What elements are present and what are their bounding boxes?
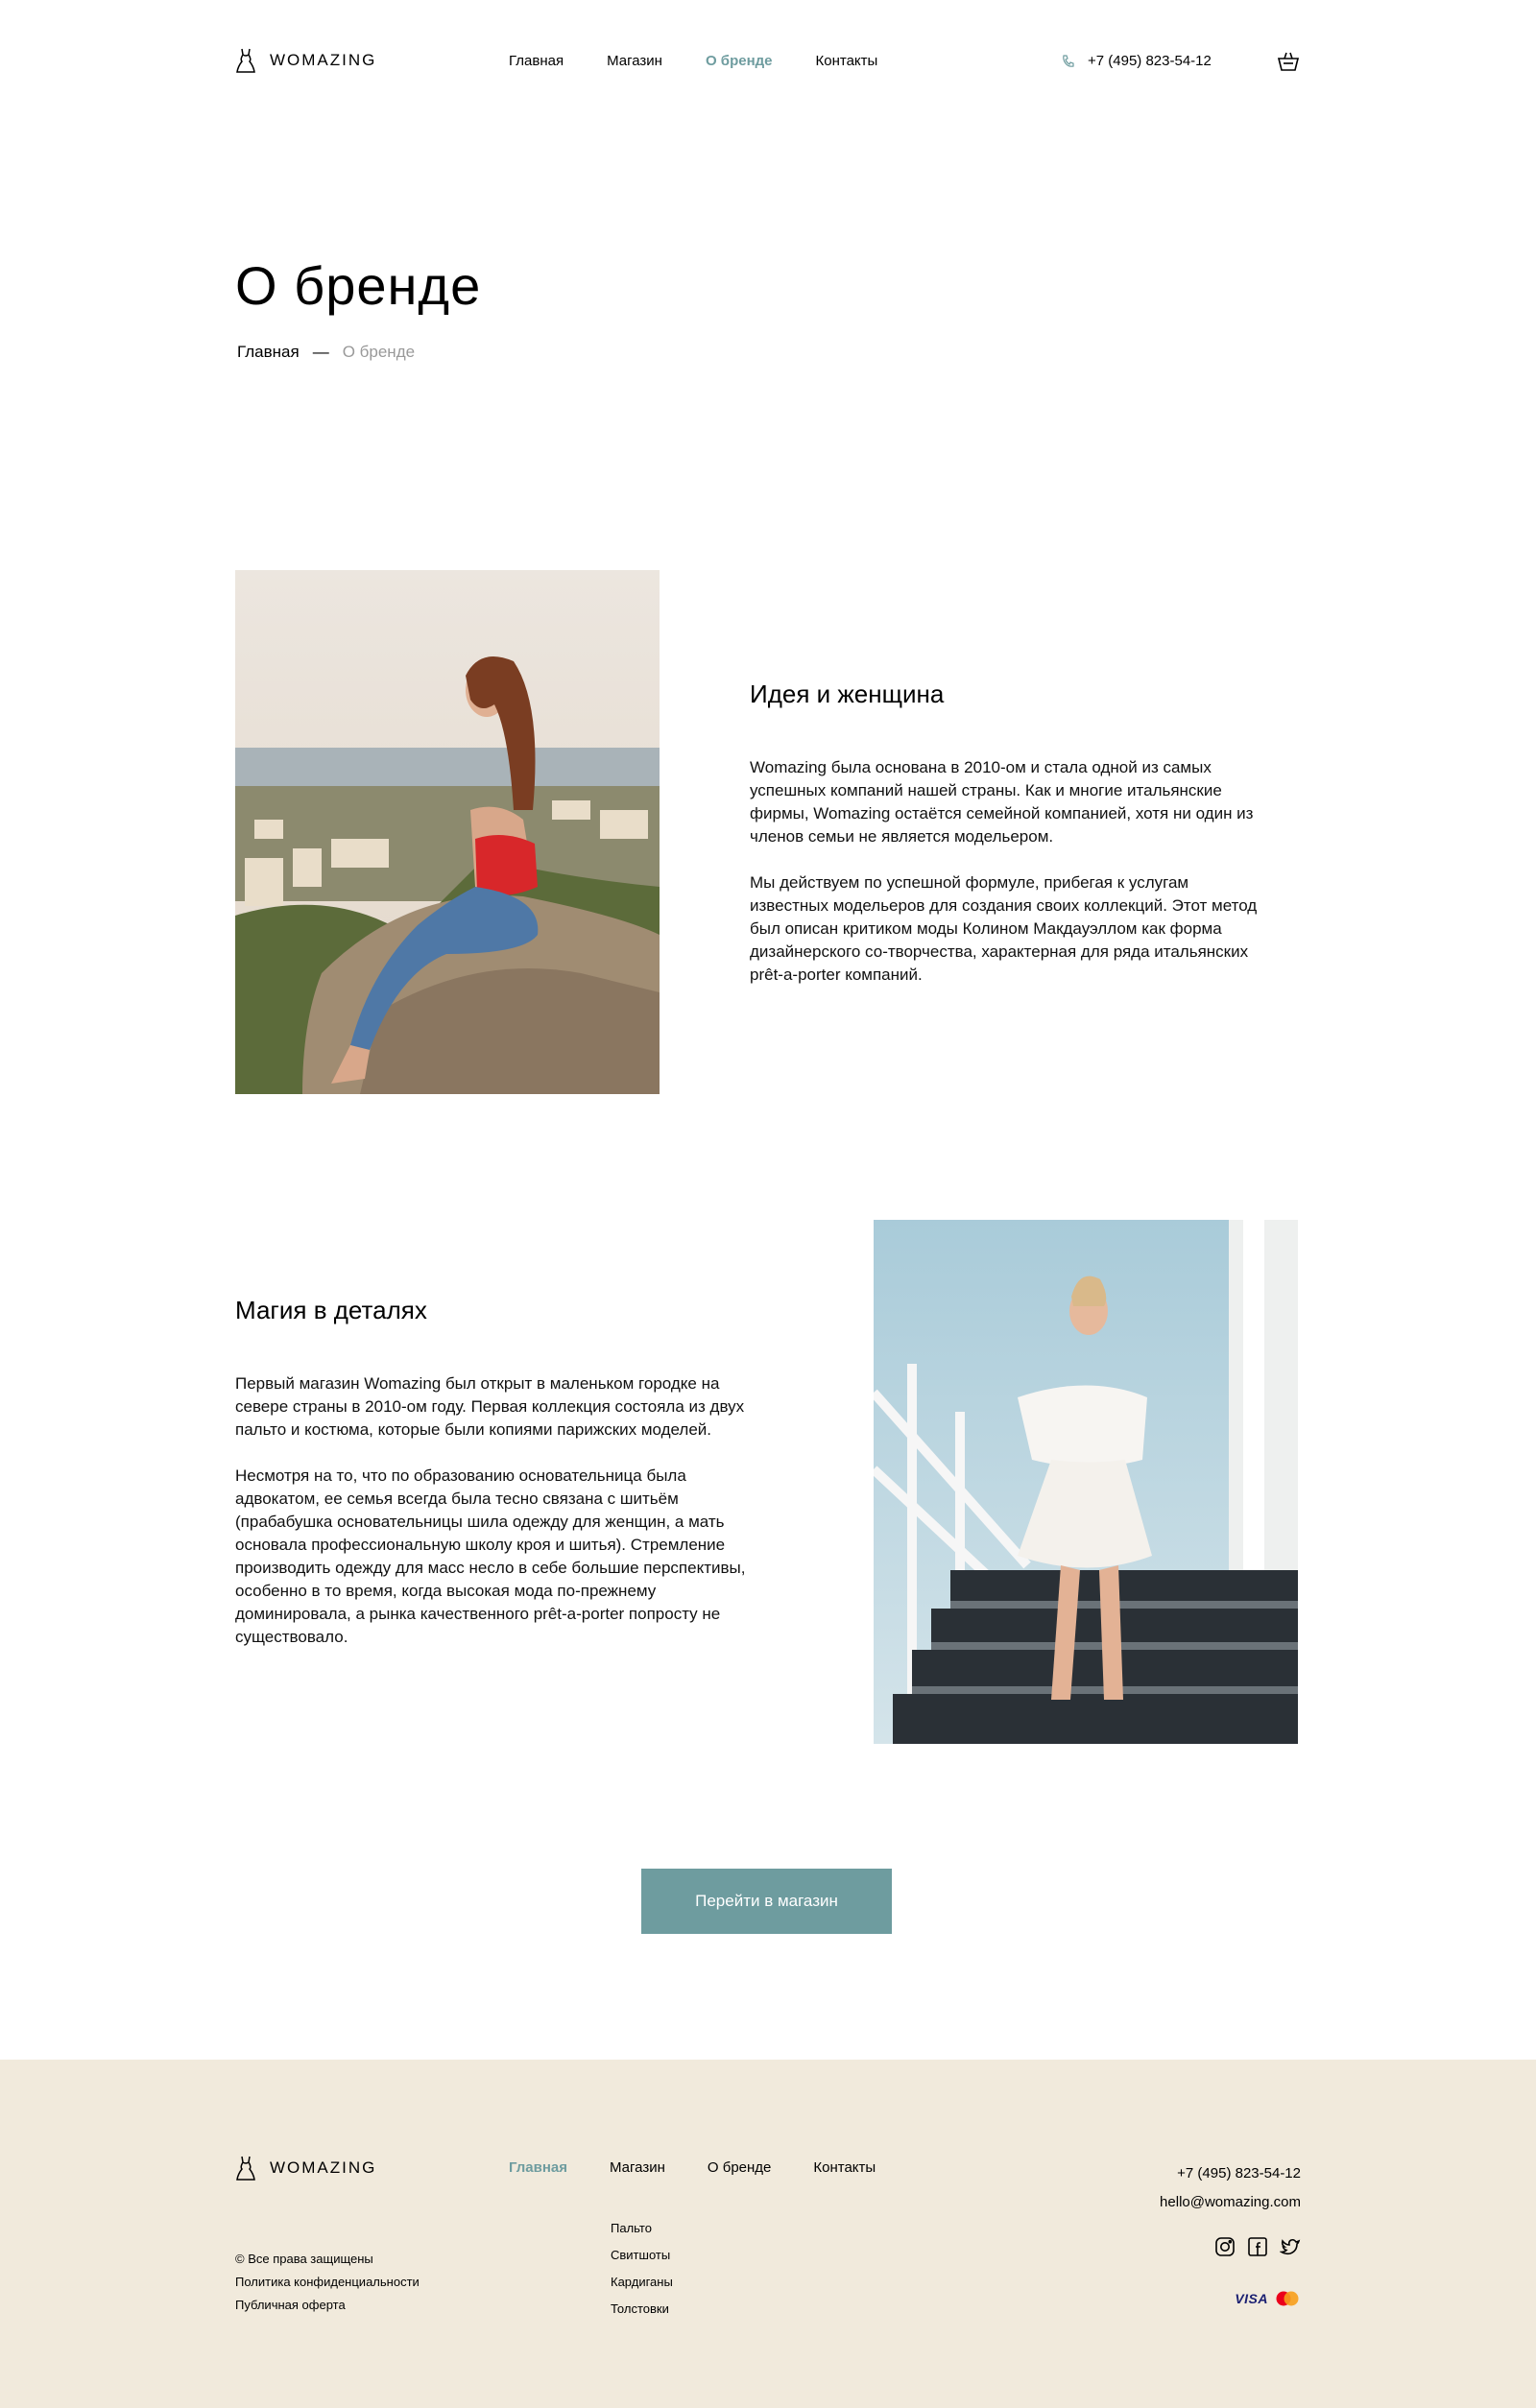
footer-social xyxy=(1214,2236,1301,2257)
nav-home[interactable]: Главная xyxy=(509,53,564,69)
section-idea-paragraph-2: Мы действуем по успешной формуле, прибег… xyxy=(750,873,1258,984)
section-magic-text: Первый магазин Womazing был открыт в мал… xyxy=(235,1372,754,1649)
footer-nav: Главная Магазин О бренде Контакты xyxy=(509,2159,876,2176)
breadcrumb-separator: — xyxy=(312,343,329,361)
footer-link-sweatshirts[interactable]: Свитшоты xyxy=(611,2242,673,2269)
dress-logo-icon xyxy=(236,2156,255,2181)
footer-email[interactable]: hello@womazing.com xyxy=(1160,2188,1301,2217)
mastercard-icon xyxy=(1276,2291,1299,2306)
section-magic-title: Магия в деталях xyxy=(235,1296,427,1324)
header-phone-text: +7 (495) 823-54-12 xyxy=(1088,53,1212,69)
footer-logo-text: WOMAZING xyxy=(270,2158,377,2177)
go-to-shop-button[interactable]: Перейти в магазин xyxy=(641,1869,892,1934)
public-offer-link[interactable]: Публичная оферта xyxy=(235,2294,420,2317)
phone-icon xyxy=(1063,54,1074,67)
footer-link-coats[interactable]: Пальто xyxy=(611,2215,673,2242)
dress-logo-icon xyxy=(236,48,255,73)
section-magic-paragraph-1: Первый магазин Womazing был открыт в мал… xyxy=(235,1374,745,1439)
nav-contacts[interactable]: Контакты xyxy=(816,53,878,69)
footer-shop-links: Пальто Свитшоты Кардиганы Толстовки xyxy=(611,2215,673,2323)
footer-payment: VISA xyxy=(1235,2290,1301,2307)
instagram-icon[interactable] xyxy=(1214,2236,1236,2257)
breadcrumb-home[interactable]: Главная xyxy=(237,343,300,362)
footer-nav-home[interactable]: Главная xyxy=(509,2159,567,2176)
site-header: WOMAZING Главная Магазин О бренде Контак… xyxy=(0,0,1536,125)
footer-link-cardigans[interactable]: Кардиганы xyxy=(611,2269,673,2296)
footer-contacts: +7 (495) 823-54-12 hello@womazing.com xyxy=(1160,2159,1301,2217)
section-idea-title: Идея и женщина xyxy=(750,679,945,708)
logo-text: WOMAZING xyxy=(270,51,377,69)
breadcrumb-current: О бренде xyxy=(342,343,416,361)
section-magic-paragraph-2: Несмотря на то, что по образованию основ… xyxy=(235,1466,746,1646)
woman-on-rock-photo xyxy=(235,570,660,1094)
section-idea-text: Womazing была основана в 2010-ом и стала… xyxy=(750,756,1268,987)
main-nav: Главная Магазин О бренде Контакты xyxy=(509,53,877,69)
footer-logo[interactable]: WOMAZING xyxy=(235,2156,376,2181)
footer-nav-contacts[interactable]: Контакты xyxy=(813,2159,876,2176)
facebook-icon[interactable] xyxy=(1247,2236,1268,2257)
nav-shop[interactable]: Магазин xyxy=(607,53,662,69)
section-idea-paragraph-1: Womazing была основана в 2010-ом и стала… xyxy=(750,758,1254,846)
logo[interactable]: WOMAZING xyxy=(235,48,376,73)
visa-logo: VISA xyxy=(1235,2291,1268,2306)
woman-on-stairs-photo xyxy=(874,1220,1298,1744)
footer-legal: © Все права защищены Политика конфиденци… xyxy=(235,2248,420,2317)
footer-link-hoodies[interactable]: Толстовки xyxy=(611,2296,673,2323)
twitter-icon[interactable] xyxy=(1280,2236,1301,2257)
page-title: О бренде xyxy=(235,255,482,316)
site-footer: WOMAZING Главная Магазин О бренде Контак… xyxy=(0,2060,1536,2408)
footer-nav-about[interactable]: О бренде xyxy=(708,2159,772,2176)
copyright-text: © Все права защищены xyxy=(235,2252,373,2266)
cart-icon[interactable] xyxy=(1277,50,1300,73)
nav-about[interactable]: О бренде xyxy=(706,53,773,69)
footer-nav-shop[interactable]: Магазин xyxy=(610,2159,665,2176)
privacy-policy-link[interactable]: Политика конфиденциальности xyxy=(235,2271,420,2294)
breadcrumb: Главная — О бренде xyxy=(237,343,415,362)
footer-phone[interactable]: +7 (495) 823-54-12 xyxy=(1160,2159,1301,2188)
header-phone[interactable]: +7 (495) 823-54-12 xyxy=(1061,53,1212,69)
